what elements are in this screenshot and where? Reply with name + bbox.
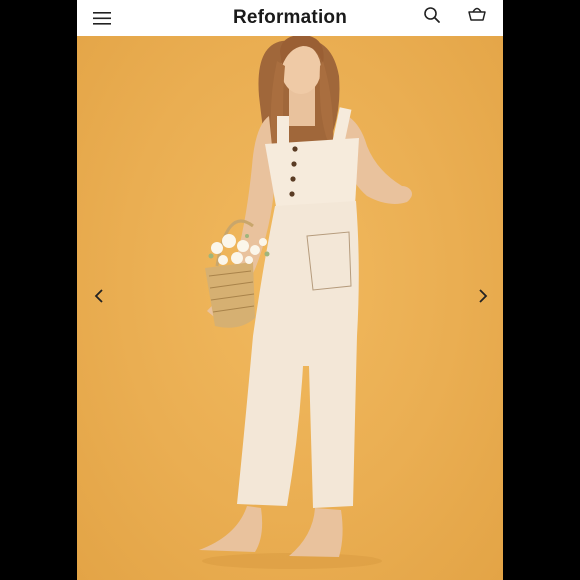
brand-logo[interactable]: Reformation — [233, 7, 347, 29]
chevron-left-icon[interactable] — [91, 287, 109, 305]
search-icon[interactable] — [421, 4, 443, 26]
chevron-right-icon[interactable] — [473, 287, 491, 305]
product-page: Reformation — [77, 0, 503, 580]
product-image-carousel[interactable] — [77, 36, 503, 580]
site-header: Reformation — [77, 0, 503, 36]
shopping-bag-icon[interactable] — [466, 3, 488, 25]
product-photo — [199, 36, 412, 569]
hamburger-menu-icon[interactable] — [91, 8, 113, 28]
